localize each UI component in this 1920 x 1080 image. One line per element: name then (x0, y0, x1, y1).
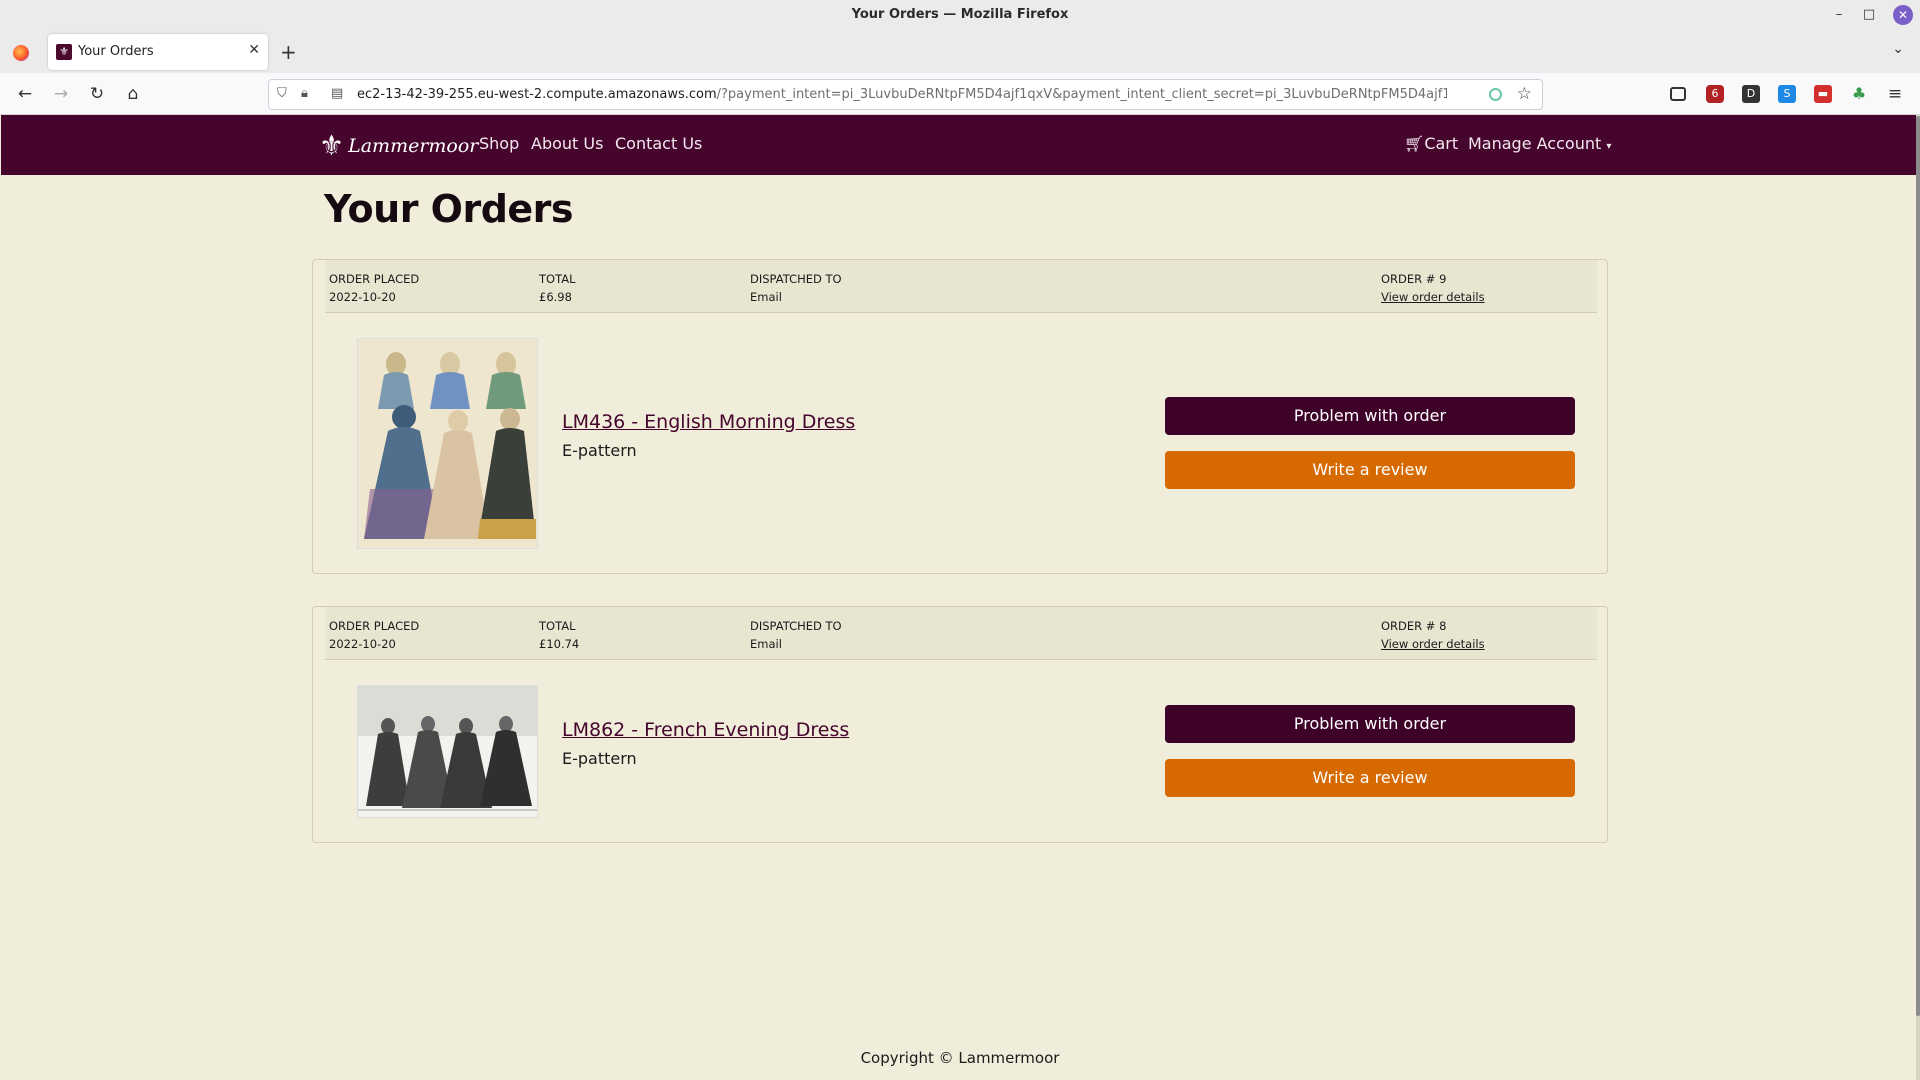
brand-logo[interactable]: ⚜ Lammermoor (319, 129, 478, 163)
total-label: TOTAL (539, 272, 576, 286)
dispatched-value: Email (750, 290, 782, 304)
home-icon[interactable]: ⌂ (120, 81, 146, 107)
order-header: ORDER PLACED 2022-10-20 TOTAL £10.74 DIS… (325, 607, 1597, 660)
site-header: ⚜ Lammermoor Shop About Us Contact Us 🛒︎… (1, 115, 1917, 175)
write-review-button[interactable]: Write a review (1165, 759, 1575, 797)
nav-shop-link[interactable]: Shop (479, 134, 519, 153)
forward-icon[interactable]: → (48, 81, 74, 107)
order-header: ORDER PLACED 2022-10-20 TOTAL £6.98 DISP… (325, 260, 1597, 313)
back-icon[interactable]: ← (12, 81, 38, 107)
order-date: 2022-10-20 (329, 637, 396, 651)
manage-account-dropdown[interactable]: Manage Account ▾ (1468, 134, 1611, 153)
minimize-icon[interactable]: – (1829, 5, 1849, 25)
bookmark-star-icon[interactable]: ☆ (1517, 84, 1532, 104)
order-placed-label: ORDER PLACED (329, 272, 420, 286)
order-total: £6.98 (539, 290, 572, 304)
order-date: 2022-10-20 (329, 290, 396, 304)
manage-account-label: Manage Account (1468, 134, 1602, 153)
order-number: ORDER # 8 (1381, 619, 1447, 633)
tab-label: Your Orders (78, 44, 154, 59)
tab-your-orders[interactable]: ⚜ Your Orders ✕ (48, 34, 268, 70)
order-total: £10.74 (539, 637, 580, 651)
lock-icon[interactable]: 🔒︎ (301, 86, 308, 101)
product-type: E-pattern (562, 749, 637, 768)
page-info-icon[interactable]: ▤ (331, 86, 343, 101)
total-label: TOTAL (539, 619, 576, 633)
order-placed-col: ORDER PLACED 2022-10-20 (329, 270, 419, 306)
order-number-col: ORDER # 8 View order details (1381, 617, 1485, 653)
cart-label: Cart (1424, 134, 1459, 153)
window-titlebar: Your Orders — Mozilla Firefox – □ ✕ (0, 0, 1920, 31)
list-all-tabs-icon[interactable]: ⌄ (1892, 41, 1904, 57)
problem-with-order-button[interactable]: Problem with order (1165, 705, 1575, 743)
close-window-icon[interactable]: ✕ (1893, 5, 1913, 25)
scrollbar-thumb[interactable] (1916, 116, 1920, 1016)
dispatched-label: DISPATCHED TO (750, 272, 842, 286)
total-col: TOTAL £10.74 (539, 617, 579, 653)
product-image[interactable] (357, 338, 538, 549)
order-card: ORDER PLACED 2022-10-20 TOTAL £6.98 DISP… (312, 259, 1608, 574)
dispatched-value: Email (750, 637, 782, 651)
extension-status-icon[interactable] (1489, 88, 1502, 101)
maximize-icon[interactable]: □ (1859, 5, 1879, 25)
ublock-icon[interactable]: 6 (1706, 85, 1724, 103)
footer-copyright: Copyright © Lammermoor (860, 1049, 1060, 1067)
tab-bar: ⚜ Your Orders ✕ + ⌄ (0, 31, 1920, 73)
darkreader-icon[interactable]: D (1742, 85, 1760, 103)
problem-with-order-button[interactable]: Problem with order (1165, 397, 1575, 435)
fleur-de-lis-icon: ⚜ (319, 129, 345, 162)
dispatched-col: DISPATCHED TO Email (750, 270, 842, 306)
product-image[interactable] (357, 685, 538, 818)
brand-name: Lammermoor (348, 135, 479, 157)
firefox-icon (13, 45, 29, 61)
page-title: Your Orders (324, 187, 574, 231)
cart-link[interactable]: 🛒︎Cart (1404, 134, 1458, 153)
total-col: TOTAL £6.98 (539, 270, 575, 306)
product-type: E-pattern (562, 441, 637, 460)
fashion-plate-illustration (358, 339, 537, 548)
s-extension-icon[interactable]: S (1778, 85, 1796, 103)
hamburger-menu-icon[interactable]: ≡ (1886, 85, 1904, 103)
new-tab-icon[interactable]: + (280, 40, 297, 64)
nav-about-link[interactable]: About Us (531, 134, 603, 153)
view-order-details-link[interactable]: View order details (1381, 635, 1485, 653)
pocket-icon[interactable] (1670, 87, 1686, 101)
order-card: ORDER PLACED 2022-10-20 TOTAL £10.74 DIS… (312, 606, 1608, 843)
url-text[interactable]: ec2-13-42-39-255.eu-west-2.compute.amazo… (357, 87, 1447, 102)
url-host: ec2-13-42-39-255.eu-west-2.compute.amazo… (357, 87, 717, 102)
window-title: Your Orders — Mozilla Firefox (851, 7, 1069, 22)
nav-contact-link[interactable]: Contact Us (615, 134, 702, 153)
order-placed-col: ORDER PLACED 2022-10-20 (329, 617, 419, 653)
order-number: ORDER # 9 (1381, 272, 1447, 286)
browser-toolbar: ← → ↻ ⌂ ⛉ 🔒︎ ▤ ec2-13-42-39-255.eu-west-… (0, 73, 1920, 115)
write-review-button[interactable]: Write a review (1165, 451, 1575, 489)
dispatched-col: DISPATCHED TO Email (750, 617, 842, 653)
url-bar[interactable]: ⛉ 🔒︎ ▤ ec2-13-42-39-255.eu-west-2.comput… (268, 79, 1543, 110)
dispatched-label: DISPATCHED TO (750, 619, 842, 633)
tab-close-icon[interactable]: ✕ (248, 42, 260, 58)
caret-down-icon: ▾ (1606, 141, 1612, 152)
red-extension-icon[interactable]: ▬ (1814, 85, 1832, 103)
green-extension-icon[interactable]: ♣ (1850, 85, 1868, 103)
cart-icon: 🛒︎ (1404, 134, 1425, 153)
order-placed-label: ORDER PLACED (329, 619, 420, 633)
site-favicon-icon: ⚜ (56, 44, 72, 60)
reload-icon[interactable]: ↻ (84, 81, 110, 107)
ublock-badge: 6 (1711, 87, 1719, 100)
url-path: /?payment_intent=pi_3LuvbuDeRNtpFM5D4ajf… (716, 87, 1447, 102)
fashion-plate-illustration (358, 686, 537, 817)
order-number-col: ORDER # 9 View order details (1381, 270, 1485, 306)
view-order-details-link[interactable]: View order details (1381, 288, 1485, 306)
product-link[interactable]: LM436 - English Morning Dress (562, 411, 855, 433)
shield-icon[interactable]: ⛉ (277, 86, 287, 101)
product-link[interactable]: LM862 - French Evening Dress (562, 719, 849, 741)
